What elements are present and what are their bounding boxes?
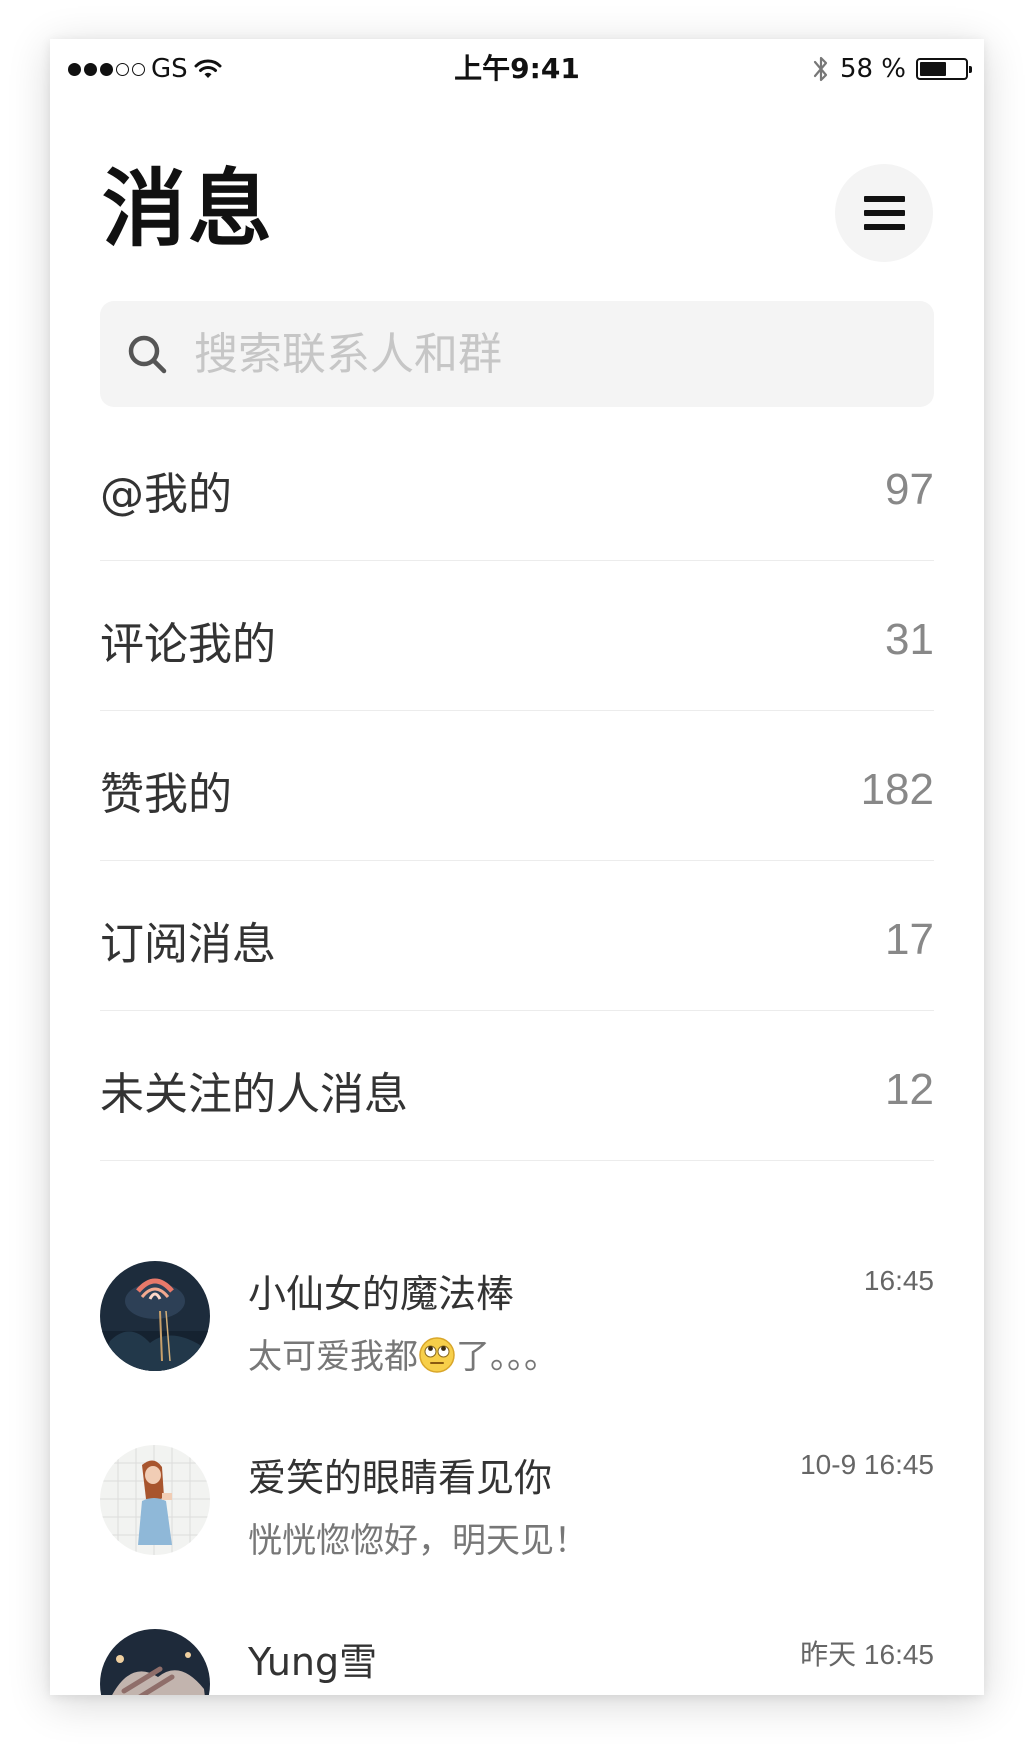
bluetooth-icon bbox=[813, 56, 828, 82]
conversation-name: 爱笑的眼睛看见你 bbox=[248, 1456, 553, 1500]
category-likes[interactable]: 赞我的 182 bbox=[100, 711, 934, 861]
search-input[interactable] bbox=[194, 301, 894, 407]
preview-text: 太可爱我都 bbox=[248, 1337, 418, 1377]
category-count: 12 bbox=[885, 1064, 934, 1114]
conversation-preview: 恍恍惚惚好，明天见！ bbox=[248, 1521, 588, 1561]
category-count: 97 bbox=[885, 464, 934, 514]
category-label: 评论我的 bbox=[100, 618, 276, 670]
conversation-name: Yung雪 bbox=[248, 1640, 378, 1684]
conversation-list: 小仙女的魔法棒 16:45 太可爱我都 了。。。 爱笑的眼睛看见你 10-9 1… bbox=[100, 1261, 934, 1695]
page-title: 消息 bbox=[102, 160, 275, 258]
search-bar[interactable] bbox=[100, 301, 934, 407]
menu-button[interactable] bbox=[835, 164, 933, 262]
category-list: @我的 97 评论我的 31 赞我的 182 订阅消息 17 未关注的人消息 1… bbox=[100, 411, 934, 1161]
conversation-time: 10-9 16:45 bbox=[800, 1449, 934, 1480]
status-right: 58 % bbox=[812, 49, 972, 89]
category-label: 未关注的人消息 bbox=[100, 1068, 408, 1120]
category-count: 17 bbox=[885, 914, 934, 964]
search-icon bbox=[128, 335, 167, 374]
status-bar: GS 上午9:41 58 % bbox=[50, 39, 984, 99]
rolling-eyes-emoji-icon bbox=[419, 1337, 455, 1373]
category-unfollowed[interactable]: 未关注的人消息 12 bbox=[100, 1011, 934, 1161]
category-label: 赞我的 bbox=[100, 768, 232, 820]
conversation-item[interactable]: 小仙女的魔法棒 16:45 太可爱我都 了。。。 bbox=[100, 1261, 934, 1445]
battery-icon bbox=[916, 58, 972, 80]
category-count: 182 bbox=[860, 764, 934, 814]
avatar bbox=[100, 1445, 210, 1555]
conversation-time: 16:45 bbox=[863, 1265, 934, 1296]
conversation-time: 昨天 16:45 bbox=[800, 1639, 934, 1670]
phone-screen: GS 上午9:41 58 % 消息 搜索联系人和群 @我的 97 评论我的 31… bbox=[50, 39, 984, 1695]
avatar bbox=[100, 1261, 210, 1371]
category-subscriptions[interactable]: 订阅消息 17 bbox=[100, 861, 934, 1011]
conversation-item[interactable]: Yung雪 昨天 16:45 bbox=[100, 1629, 934, 1695]
preview-text-suffix: 了。。。 bbox=[456, 1337, 558, 1377]
category-label: @我的 bbox=[100, 468, 232, 520]
category-count: 31 bbox=[885, 614, 934, 664]
conversation-item[interactable]: 爱笑的眼睛看见你 10-9 16:45 恍恍惚惚好，明天见！ bbox=[100, 1445, 934, 1629]
category-label: 订阅消息 bbox=[100, 918, 276, 970]
category-comments[interactable]: 评论我的 31 bbox=[100, 561, 934, 711]
hamburger-menu-icon bbox=[864, 196, 905, 202]
conversation-name: 小仙女的魔法棒 bbox=[248, 1272, 515, 1316]
battery-percent: 58 % bbox=[839, 54, 906, 84]
avatar bbox=[100, 1629, 210, 1695]
conversation-preview: 太可爱我都 了。。。 bbox=[248, 1329, 558, 1378]
category-mentions[interactable]: @我的 97 bbox=[100, 411, 934, 561]
